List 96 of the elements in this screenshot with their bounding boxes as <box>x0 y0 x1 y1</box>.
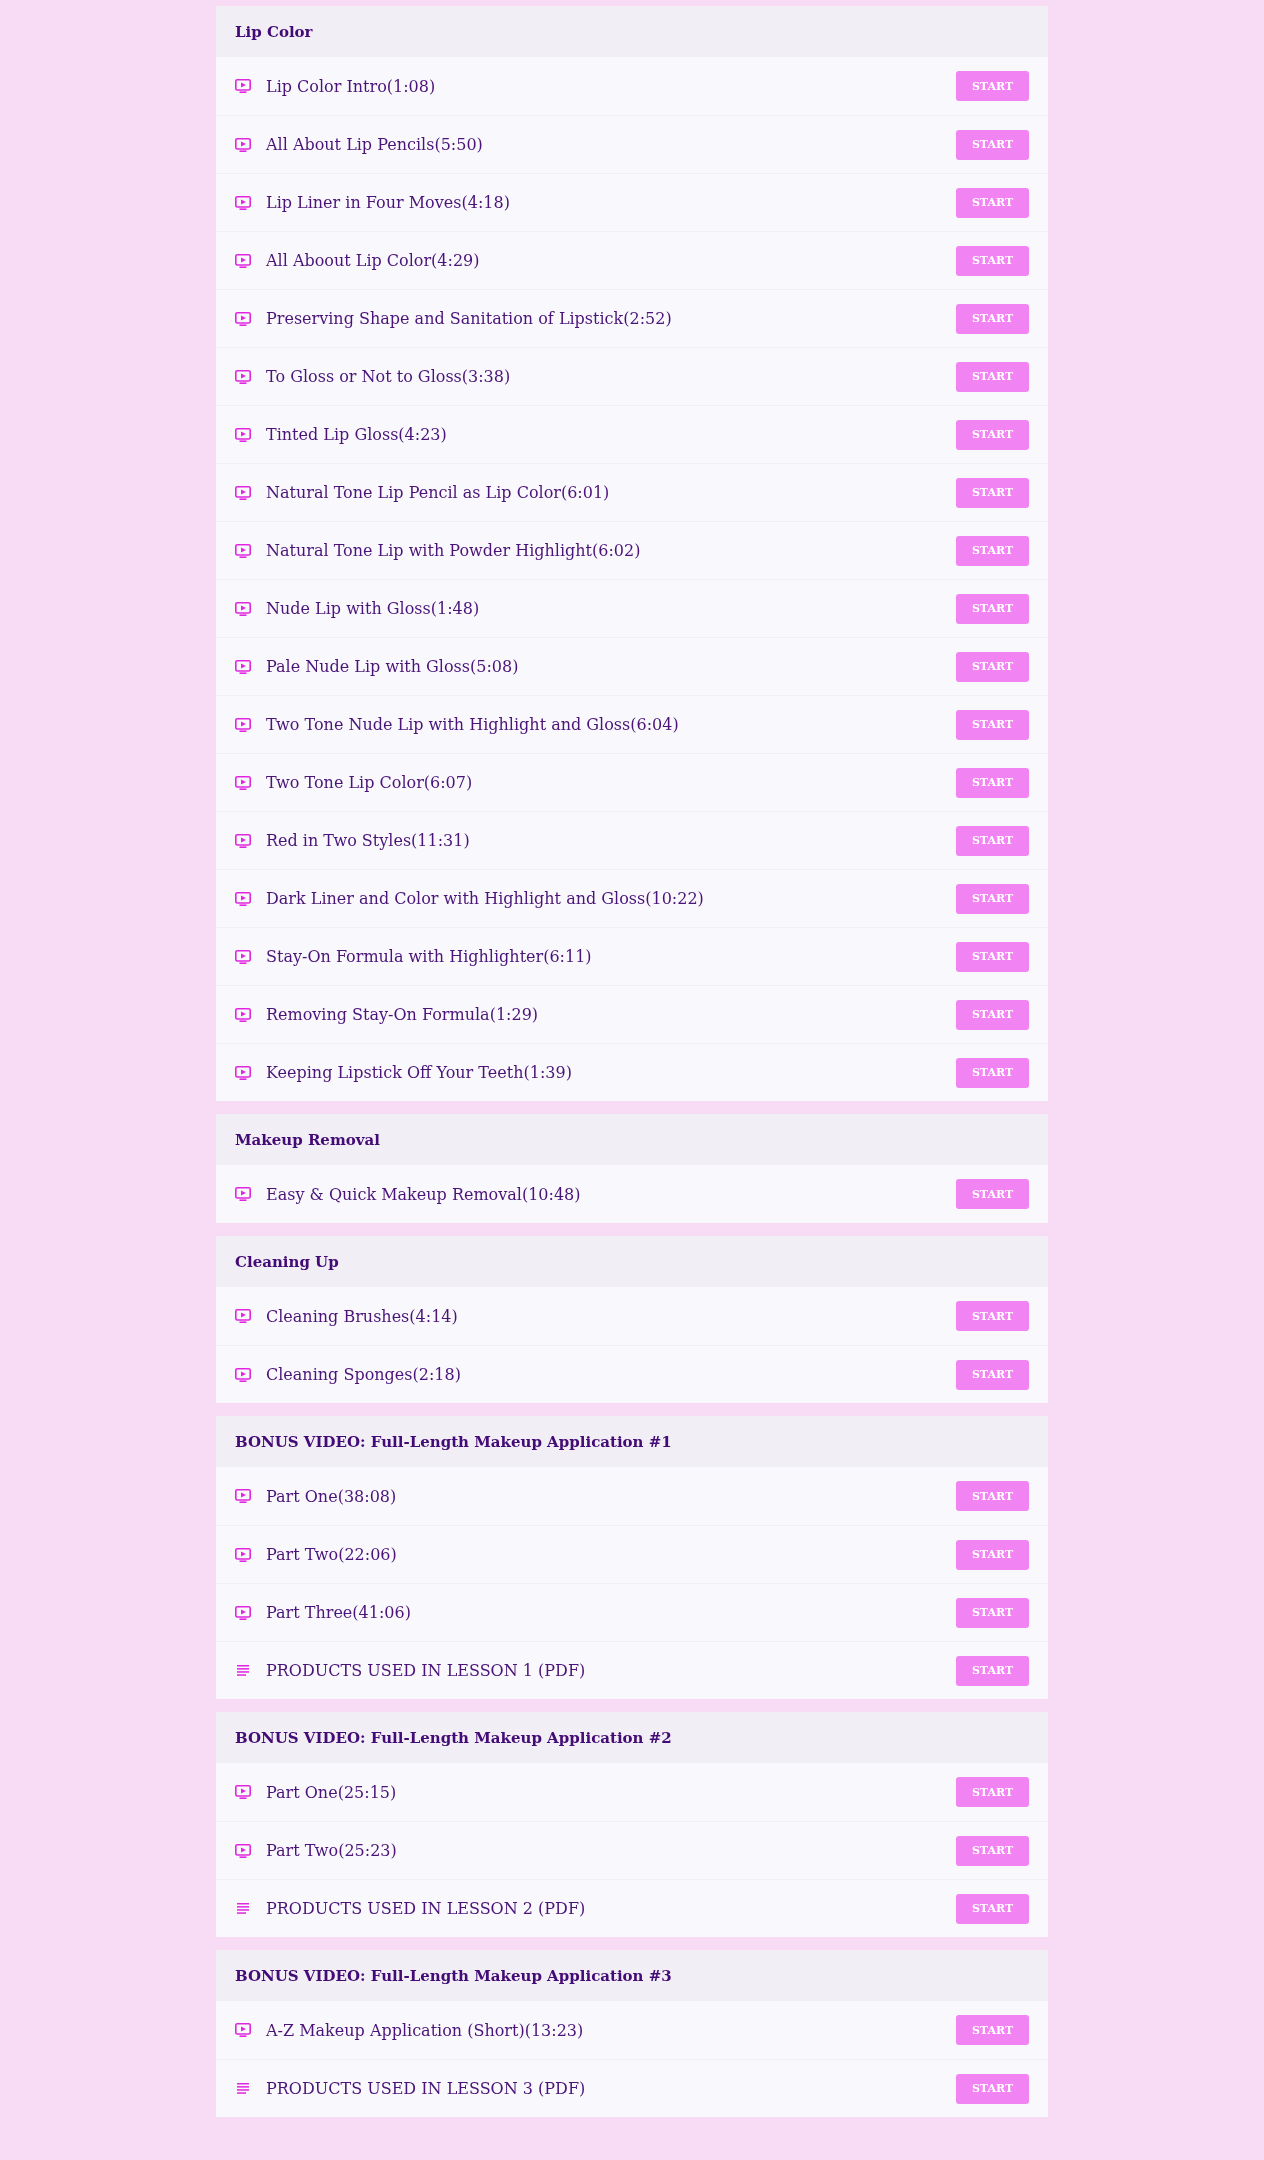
start-button[interactable]: START <box>956 71 1029 101</box>
start-button[interactable]: START <box>956 245 1029 276</box>
video-play-icon <box>235 949 251 964</box>
video-play-icon <box>235 543 251 558</box>
lesson-title: All About Lip Pencils(5:50) <box>266 135 484 154</box>
start-button[interactable]: START <box>956 1179 1029 1209</box>
video-play-icon <box>235 1785 251 1799</box>
section-header: Cleaning Up <box>216 1236 1048 1287</box>
video-play-icon <box>235 891 251 906</box>
lesson-title: Lip Liner in Four Moves(4:18) <box>266 193 511 212</box>
video-play-icon <box>235 1489 251 1503</box>
lesson-title: Stay-On Formula with Highlighter(6:11) <box>266 947 593 966</box>
start-button[interactable]: START <box>956 767 1029 798</box>
start-button[interactable]: START <box>956 825 1029 856</box>
lesson-title: Part Two(25:23) <box>266 1841 398 1860</box>
lesson-title: Two Tone Lip Color(6:07) <box>266 773 474 792</box>
video-play-icon <box>235 717 251 732</box>
start-button[interactable]: START <box>956 129 1029 160</box>
lesson-title: PRODUCTS USED IN LESSON 2 (PDF) <box>266 1899 587 1918</box>
lesson-title: Lip Color Intro(1:08) <box>266 76 437 96</box>
lesson-title: Preserving Shape and Sanitation of Lipstick(2:52) <box>266 309 673 328</box>
video-play-icon <box>235 1065 251 1080</box>
start-button[interactable]: START <box>956 593 1029 624</box>
start-button[interactable]: START <box>956 651 1029 682</box>
video-play-icon <box>235 427 251 442</box>
video-play-icon <box>235 253 251 268</box>
start-button[interactable]: START <box>956 1893 1029 1924</box>
start-button[interactable]: START <box>956 1359 1029 1390</box>
lesson-title: Part One(25:15) <box>266 1782 398 1802</box>
video-play-icon <box>235 79 251 93</box>
start-button[interactable]: START <box>956 709 1029 740</box>
lesson-title: Pale Nude Lip with Gloss(5:08) <box>266 657 520 676</box>
video-play-icon <box>235 195 251 210</box>
start-button[interactable]: START <box>956 303 1029 334</box>
lesson-title: Natural Tone Lip Pencil as Lip Color(6:01) <box>266 483 611 502</box>
start-button[interactable]: START <box>956 1057 1029 1088</box>
video-play-icon <box>235 1605 251 1620</box>
document-lines-icon <box>237 1665 249 1676</box>
section-header: BONUS VIDEO: Full-Length Makeup Application #1 <box>216 1416 1048 1467</box>
video-play-icon <box>235 775 251 790</box>
lesson-title: Part One(38:08) <box>266 1486 398 1506</box>
start-button[interactable]: START <box>956 535 1029 566</box>
video-play-icon <box>235 369 251 384</box>
lesson-title: Two Tone Nude Lip with Highlight and Gloss(6:04) <box>266 715 680 734</box>
lesson-title: Red in Two Styles(11:31) <box>266 831 471 850</box>
video-play-icon <box>235 485 251 500</box>
section-header: Makeup Removal <box>216 1114 1048 1165</box>
lesson-title: Easy & Quick Makeup Removal(10:48) <box>266 1184 582 1204</box>
lesson-title: Part Two(22:06) <box>266 1545 398 1564</box>
start-button[interactable]: START <box>956 941 1029 972</box>
lesson-title: All Aboout Lip Color(4:29) <box>266 251 481 270</box>
lesson-title: Dark Liner and Color with Highlight and Gloss(10:22) <box>266 889 705 908</box>
lesson-title: PRODUCTS USED IN LESSON 1 (PDF) <box>266 1661 587 1680</box>
start-button[interactable]: START <box>956 1835 1029 1866</box>
lesson-title: PRODUCTS USED IN LESSON 3 (PDF) <box>266 2079 587 2098</box>
lesson-title: Cleaning Sponges(2:18) <box>266 1365 462 1384</box>
video-play-icon <box>235 601 251 616</box>
document-lines-icon <box>237 1903 249 1914</box>
start-button[interactable]: START <box>956 1301 1029 1331</box>
start-button[interactable]: START <box>956 187 1029 218</box>
section-header: BONUS VIDEO: Full-Length Makeup Application #3 <box>216 1950 1048 2001</box>
document-lines-icon <box>237 2083 249 2094</box>
section-header: Lip Color <box>216 6 1048 57</box>
start-button[interactable]: START <box>956 1655 1029 1686</box>
video-play-icon <box>235 1547 251 1562</box>
video-play-icon <box>235 1367 251 1382</box>
video-play-icon <box>235 2023 251 2037</box>
start-button[interactable]: START <box>956 1539 1029 1570</box>
start-button[interactable]: START <box>956 1777 1029 1807</box>
lesson-title: Cleaning Brushes(4:14) <box>266 1306 459 1326</box>
lesson-title: Nude Lip with Gloss(1:48) <box>266 599 481 618</box>
video-play-icon <box>235 1843 251 1858</box>
video-play-icon <box>235 1309 251 1323</box>
video-play-icon <box>235 1187 251 1201</box>
video-play-icon <box>235 659 251 674</box>
lesson-title: Tinted Lip Gloss(4:23) <box>266 425 448 444</box>
video-play-icon <box>235 833 251 848</box>
start-button[interactable]: START <box>956 361 1029 392</box>
lesson-title: To Gloss or Not to Gloss(3:38) <box>266 367 512 386</box>
lesson-title: A-Z Makeup Application (Short)(13:23) <box>266 2020 585 2040</box>
start-button[interactable]: START <box>956 2073 1029 2104</box>
start-button[interactable]: START <box>956 999 1029 1030</box>
video-play-icon <box>235 1007 251 1022</box>
video-play-icon <box>235 137 251 152</box>
lesson-title: Natural Tone Lip with Powder Highlight(6:02) <box>266 541 642 560</box>
start-button[interactable]: START <box>956 419 1029 450</box>
start-button[interactable]: START <box>956 477 1029 508</box>
lesson-title: Part Three(41:06) <box>266 1603 412 1622</box>
start-button[interactable]: START <box>956 2015 1029 2045</box>
lesson-title: Removing Stay-On Formula(1:29) <box>266 1005 540 1024</box>
start-button[interactable]: START <box>956 1597 1029 1628</box>
start-button[interactable]: START <box>956 1481 1029 1511</box>
video-play-icon <box>235 311 251 326</box>
start-button[interactable]: START <box>956 883 1029 914</box>
section-header: BONUS VIDEO: Full-Length Makeup Application #2 <box>216 1712 1048 1763</box>
lesson-title: Keeping Lipstick Off Your Teeth(1:39) <box>266 1063 573 1082</box>
